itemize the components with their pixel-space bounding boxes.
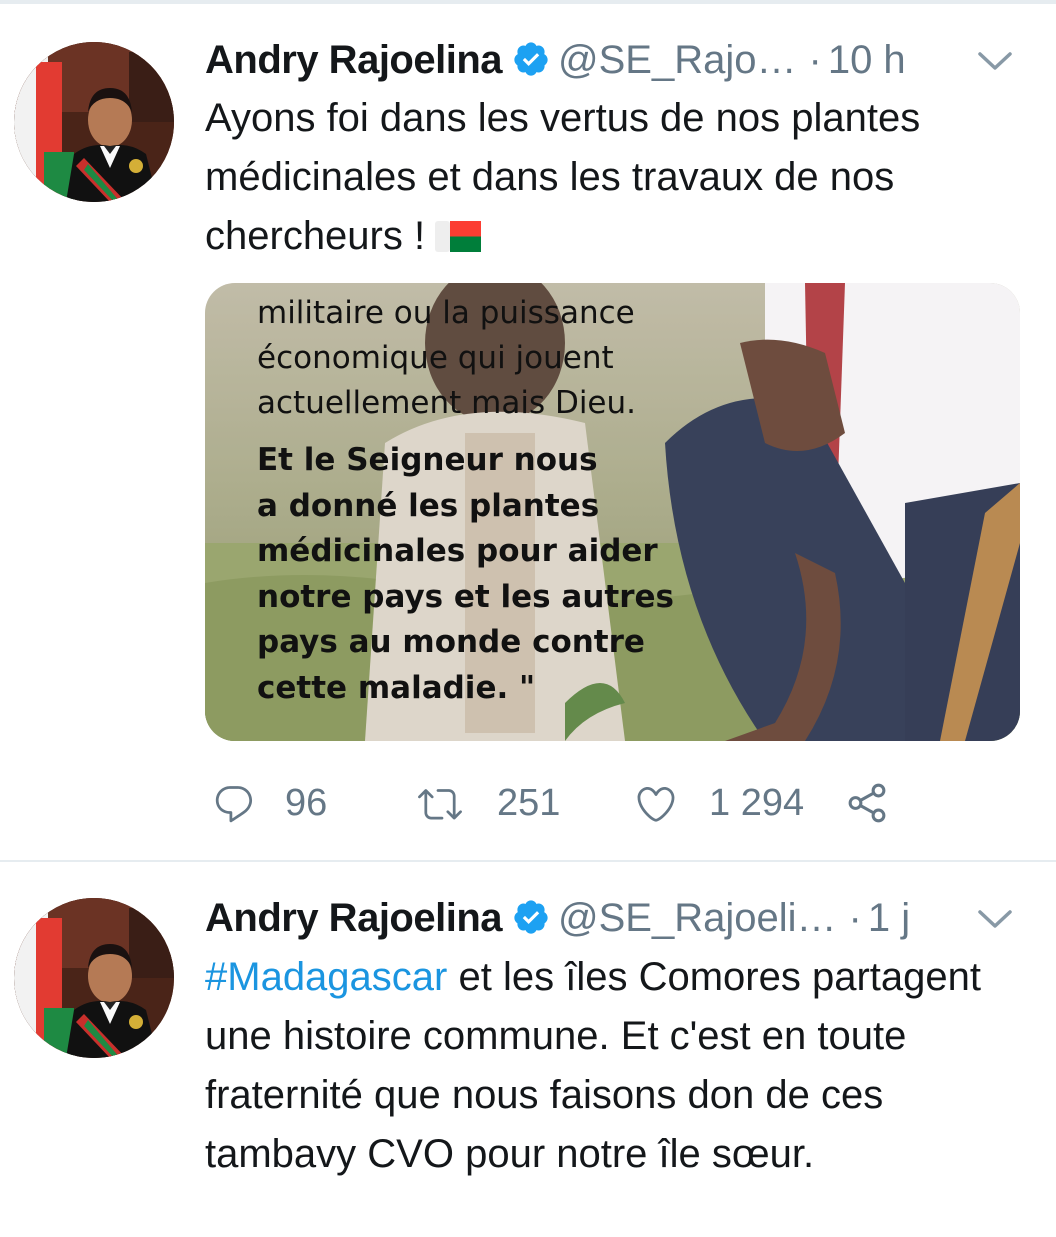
tweet-header: Andry Rajoelina @SE_Rajoeli… · 1 j [205, 896, 910, 940]
tweet-body: Ayons foi dans les vertus de nos plantes… [205, 96, 921, 258]
author-handle[interactable]: @SE_Rajoeli… [558, 896, 837, 940]
tweet[interactable]: Andry Rajoelina @SE_Rajoeli… · 1 j #Madagas… [0, 862, 1056, 1237]
tweet[interactable]: Andry Rajoelina @SE_Rajo… · 10 h Ayons foi … [0, 0, 1056, 860]
retweet-count: 251 [497, 782, 561, 824]
tweet-time[interactable]: 10 h [828, 38, 906, 82]
verified-badge-icon [514, 900, 548, 934]
media-quote-text: militaire ou la puissance économique qui… [257, 291, 757, 711]
meta-separator: · [808, 38, 822, 82]
heart-icon [637, 786, 675, 822]
hashtag-link[interactable]: #Madagascar [205, 955, 447, 999]
author-name[interactable]: Andry Rajoelina [205, 38, 503, 82]
avatar[interactable] [14, 898, 174, 1058]
tweet-text: Ayons foi dans les vertus de nos plantes… [205, 89, 1025, 266]
reply-count: 96 [285, 782, 328, 824]
share-icon [848, 783, 886, 823]
retweet-icon [418, 789, 462, 820]
tweet-media-image[interactable]: militaire ou la puissance économique qui… [205, 283, 1020, 741]
reply-icon [215, 786, 253, 823]
tweet-actions: 96 251 1 294 [205, 778, 1025, 828]
author-handle[interactable]: @SE_Rajo… [558, 38, 796, 82]
quote-plain-text: militaire ou la puissance économique qui… [257, 295, 637, 421]
tweet-header: Andry Rajoelina @SE_Rajo… · 10 h [205, 38, 906, 82]
verified-badge-icon [514, 42, 548, 76]
tweet-time[interactable]: 1 j [868, 896, 910, 940]
tweet-text: #Madagascar et les îles Comores partagen… [205, 948, 1025, 1184]
avatar[interactable] [14, 42, 174, 202]
retweet-button[interactable]: 251 [417, 778, 567, 828]
share-button[interactable] [843, 778, 893, 828]
reply-button[interactable]: 96 [205, 778, 335, 828]
like-count: 1 294 [709, 782, 805, 824]
chevron-down-icon[interactable] [975, 46, 1015, 76]
quote-bold-text: Et le Seigneur nous a donné les plantes … [257, 442, 675, 706]
chevron-down-icon[interactable] [975, 904, 1015, 934]
like-button[interactable]: 1 294 [633, 778, 813, 828]
madagascar-flag-emoji [435, 221, 482, 252]
meta-separator: · [848, 896, 862, 940]
author-name[interactable]: Andry Rajoelina [205, 896, 503, 940]
